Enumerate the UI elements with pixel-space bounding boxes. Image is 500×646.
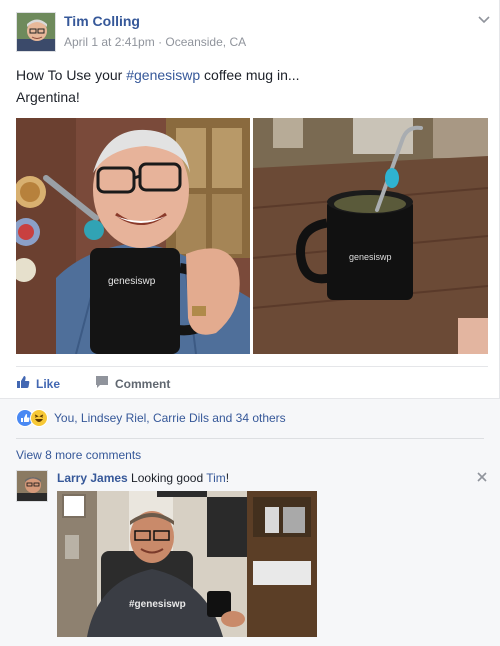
hashtag-link[interactable]: #genesiswp [126, 67, 200, 83]
like-button[interactable]: Like [16, 375, 60, 392]
comment-text: Larry James Looking good Tim! [57, 471, 229, 485]
comment-author-name[interactable]: Larry James [57, 471, 128, 485]
author-avatar[interactable] [16, 12, 56, 52]
reactions-row[interactable]: You, Lindsey Riel, Carrie Dils and 34 ot… [16, 409, 286, 427]
comment-icon [95, 375, 109, 392]
reaction-icons [16, 409, 48, 427]
post-text: How To Use your #genesiswp coffee mug in… [16, 64, 486, 108]
mug-brand-text: genesiswp [108, 276, 156, 287]
comment-punctuation: ! [225, 471, 230, 485]
post-location[interactable]: Oceanside, CA [165, 35, 246, 49]
post-meta: April 1 at 2:41pm · Oceanside, CA [64, 35, 246, 49]
like-label: Like [36, 376, 61, 391]
close-icon[interactable] [476, 470, 488, 486]
comment-body: Looking good [127, 471, 207, 485]
view-more-comments-link[interactable]: View 8 more comments [16, 448, 141, 462]
comment-mention-tag[interactable]: Tim [206, 471, 226, 485]
post-text-line1: How To Use your #genesiswp coffee mug in… [16, 64, 486, 86]
post-text-after: coffee mug in... [200, 67, 300, 83]
post-text-before: How To Use your [16, 67, 127, 83]
comments-divider [16, 438, 484, 439]
comments-section: You, Lindsey Riel, Carrie Dils and 34 ot… [0, 398, 500, 646]
reaction-summary[interactable]: You, Lindsey Riel, Carrie Dils and 34 ot… [54, 411, 286, 425]
chevron-down-icon[interactable] [477, 12, 491, 26]
meta-separator: · [158, 35, 163, 49]
post-photo-mug-on-table[interactable]: genesiswp [253, 118, 488, 354]
thumbs-up-icon [16, 375, 30, 392]
comment-button[interactable]: Comment [95, 375, 170, 392]
facebook-post: Tim Colling April 1 at 2:41pm · Oceansid… [0, 0, 500, 646]
post-text-line2: Argentina! [16, 89, 80, 105]
shirt-text: #genesiswp [129, 599, 186, 610]
post-action-bar: Like Comment [16, 366, 488, 398]
mug-brand-text-right: genesiswp [349, 252, 392, 262]
post-photo-man-with-mug[interactable]: genesiswp [16, 118, 250, 354]
commenter-avatar[interactable] [16, 470, 48, 502]
post-author-name[interactable]: Tim Colling [64, 13, 140, 29]
comment-photo[interactable]: #genesiswp [57, 491, 317, 637]
comment-label: Comment [115, 376, 171, 391]
haha-reaction-icon [30, 409, 48, 427]
post-date[interactable]: April 1 at 2:41pm [64, 35, 155, 49]
